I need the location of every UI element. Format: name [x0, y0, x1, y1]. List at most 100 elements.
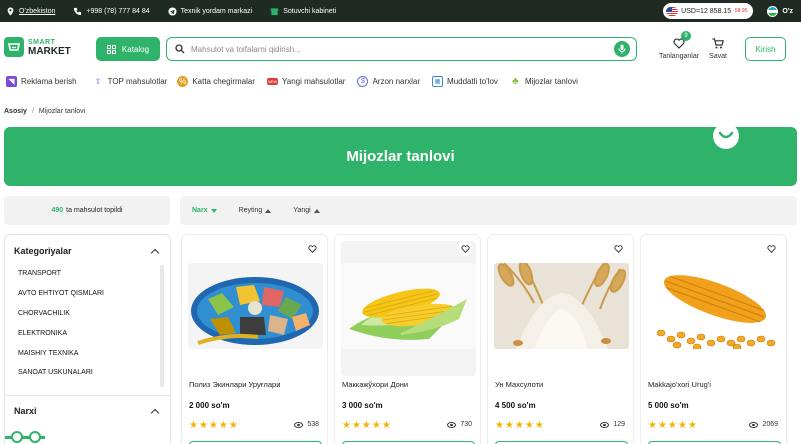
cart-icon — [712, 38, 724, 49]
logo[interactable]: SMART MARKET — [4, 37, 71, 57]
rating-stars: ★★★★★ — [189, 420, 239, 431]
nav-advertise[interactable]: ◥ Reklama berish — [0, 75, 77, 87]
price-heading[interactable]: Narxi — [14, 406, 37, 416]
product-image[interactable] — [494, 263, 629, 349]
search-placeholder: Mahsulot va toifalarni qidirish... — [191, 44, 301, 54]
filter-sidebar: Kategoriyalar TRANSPORT AVTO EHTIYOT QIS… — [4, 234, 171, 444]
location-selector[interactable]: O'zbekiston — [6, 6, 56, 16]
calendar-icon: ▦ — [432, 75, 444, 87]
nav-new-products[interactable]: NEW Yangi mahsulotlar — [255, 77, 345, 86]
phone-icon — [74, 7, 82, 15]
smile-logo-icon — [713, 123, 739, 149]
seller-cabinet-label: Sotuvchi kabineti — [283, 7, 337, 15]
nav-customer-choice[interactable]: ♣ Mijozlar tanlovi — [498, 76, 578, 87]
language-selector[interactable]: O'z — [782, 8, 793, 15]
sort-up-icon — [313, 208, 320, 213]
product-card[interactable]: Полиз Экинлари Уруғлари 2 000 so'm ★★★★★… — [181, 234, 328, 444]
seller-cabinet-link[interactable]: Sotuvchi kabineti — [270, 7, 336, 16]
location-label: O'zbekiston — [19, 7, 56, 15]
megaphone-icon: ◥ — [6, 75, 17, 87]
sort-bar: Narx Reyting Yangi — [180, 196, 797, 225]
price-slider-min-handle[interactable] — [11, 431, 23, 443]
logo-text-bottom: MARKET — [28, 46, 71, 57]
sidebar-divider — [5, 395, 170, 396]
price-slider-max-handle[interactable] — [29, 431, 41, 443]
product-price: 2 000 so'm — [189, 401, 230, 410]
category-item[interactable]: AVTO EHTIYOT QISMLARI — [18, 290, 104, 297]
results-count: 490 ta mahsulot topildi — [4, 196, 170, 225]
sort-rating[interactable]: Reyting — [239, 207, 272, 214]
heart-icon — [766, 245, 776, 253]
support-link[interactable]: Texnik yordam markazi — [168, 6, 253, 16]
results-text: ta mahsulot topildi — [66, 207, 123, 214]
support-label: Texnik yordam markazi — [180, 7, 253, 15]
product-image[interactable] — [341, 263, 476, 349]
results-number: 490 — [51, 207, 64, 214]
chevron-up-icon[interactable] — [150, 248, 160, 258]
category-item[interactable]: CHORVACHILIK — [18, 310, 70, 317]
cheap-icon: $ — [357, 75, 369, 87]
eye-icon — [600, 421, 610, 428]
katalog-label: Katalog — [121, 44, 150, 54]
search-input[interactable]: Mahsulot va toifalarni qidirish... — [166, 37, 637, 61]
nav-cheap-prices-label: Arzon narxlar — [372, 76, 421, 86]
product-image[interactable] — [188, 263, 323, 349]
product-name[interactable]: Ун Махсулоти — [495, 380, 543, 389]
nav-new-products-label: Yangi mahsulotlar — [282, 76, 346, 86]
grid-icon — [106, 44, 116, 54]
location-pin-icon — [7, 6, 14, 16]
eye-icon — [749, 421, 759, 428]
category-item[interactable]: MAISHIY TEXNIKA — [18, 350, 78, 357]
categories-heading[interactable]: Kategoriyalar — [14, 246, 72, 256]
product-card[interactable]: Makkajo'xori Urug'i 5 000 so'm ★★★★★ 206… — [640, 234, 787, 444]
favorite-button[interactable] — [305, 242, 319, 256]
product-price: 5 000 so'm — [648, 401, 689, 410]
phone-link[interactable]: +998 (78) 777 84 84 — [73, 7, 150, 16]
product-price: 3 000 so'm — [342, 401, 383, 410]
views-number: 730 — [460, 421, 472, 428]
page-banner: Mijozlar tanlovi — [4, 123, 797, 186]
nav-discounts-label: Katta chegirmalar — [192, 76, 256, 86]
category-item[interactable]: TRANSPORT — [18, 270, 61, 277]
top-bar: O'zbekiston +998 (78) 777 84 84 Texnik y… — [0, 0, 801, 22]
heart-icon — [460, 245, 470, 253]
shop-icon — [270, 7, 279, 15]
sort-new[interactable]: Yangi — [293, 207, 320, 214]
product-image[interactable] — [647, 263, 782, 349]
views-number: 129 — [613, 421, 625, 428]
heart-icon — [307, 245, 317, 253]
breadcrumb-home[interactable]: Asosiy — [4, 108, 27, 115]
currency-rate[interactable]: USD = 12 858.15 -58.95 — [663, 3, 754, 19]
product-card[interactable]: Ун Махсулоти 4 500 so'm ★★★★★ 129 — [487, 234, 634, 444]
favorite-button[interactable] — [764, 242, 778, 256]
favorites-button[interactable]: 9 Tanlanganlar — [656, 31, 702, 60]
nav-installments[interactable]: ▦ Muddatli to'lov — [420, 75, 498, 87]
product-name[interactable]: Makkajo'xori Urug'i — [648, 380, 711, 389]
currency-rate-value: 12 858.15 — [700, 7, 732, 15]
product-name[interactable]: Маккажўхори Дони — [342, 380, 408, 389]
microphone-button[interactable] — [614, 41, 630, 57]
product-card[interactable]: Маккажўхори Дони 3 000 so'm ★★★★★ 730 — [334, 234, 481, 444]
favorite-button[interactable] — [458, 242, 472, 256]
nav-top-products-label: TOP mahsulotlar — [107, 76, 168, 86]
breadcrumb-current: Mijozlar tanlovi — [38, 108, 86, 115]
breadcrumb: Asosiy / Mijozlar tanlovi — [4, 108, 85, 115]
cart-logo-icon — [4, 37, 24, 57]
category-item[interactable]: ELEKTRONIKA — [18, 330, 67, 337]
nav-cheap-prices[interactable]: $ Arzon narxlar — [345, 75, 421, 87]
us-flag-icon — [666, 6, 679, 16]
cart-button[interactable]: Savat — [706, 34, 730, 60]
product-name[interactable]: Полиз Экинлари Уруғлари — [189, 380, 280, 389]
categories-scrollbar[interactable] — [160, 265, 164, 387]
login-button[interactable]: Kirish — [745, 37, 786, 61]
favorite-button[interactable] — [611, 242, 625, 256]
katalog-button[interactable]: Katalog — [96, 37, 160, 61]
promo-nav: ◥ Reklama berish ⇧ TOP mahsulotlar % Kat… — [0, 72, 578, 90]
cart-label: Savat — [709, 53, 727, 60]
nav-top-products[interactable]: ⇧ TOP mahsulotlar — [77, 76, 168, 87]
nav-discounts[interactable]: % Katta chegirmalar — [167, 75, 256, 87]
category-item[interactable]: SANOAT USKUNALARI — [18, 369, 93, 376]
phone-number: +998 (78) 777 84 84 — [86, 7, 150, 15]
chevron-up-icon[interactable] — [150, 408, 160, 418]
sort-price[interactable]: Narx — [192, 207, 217, 214]
